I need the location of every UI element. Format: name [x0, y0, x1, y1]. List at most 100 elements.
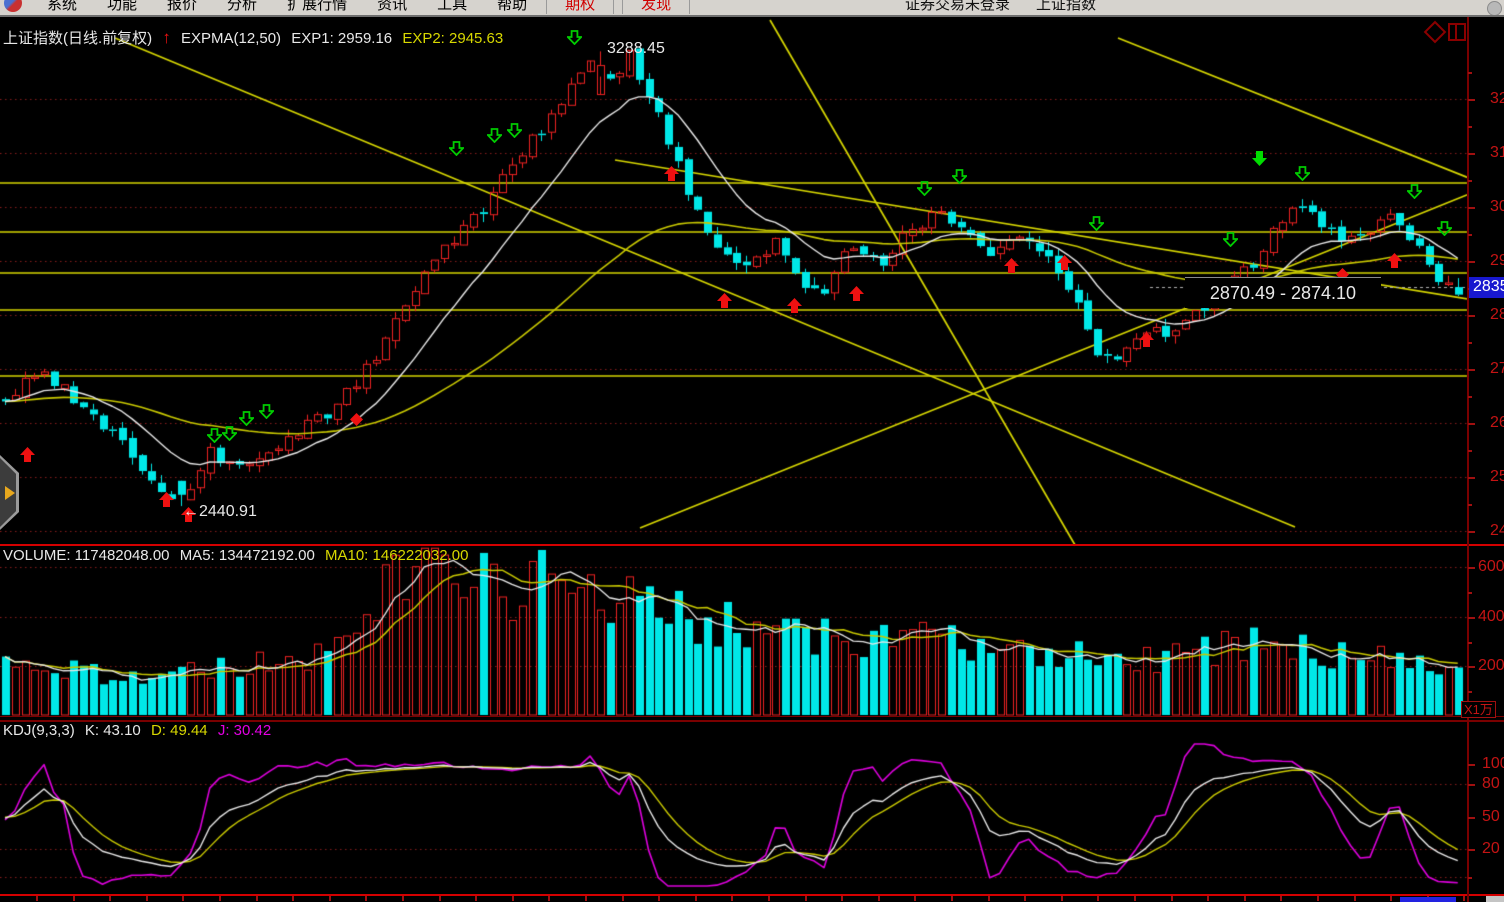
axis-tick — [1468, 567, 1475, 569]
axis-label: 2000 — [1478, 657, 1504, 675]
menu-item-2[interactable]: 报价 — [152, 0, 212, 14]
exp2-value: EXP2: 2945.63 — [402, 30, 503, 47]
axis-tick — [1468, 531, 1475, 533]
price-annotation-1: ←2440.91 — [183, 503, 257, 521]
time-axis-tick — [365, 896, 367, 901]
toolbar-scroll-button[interactable] — [1487, 1, 1502, 16]
volume-pane-separator — [0, 544, 1504, 546]
time-axis-tick — [658, 896, 660, 901]
time-axis-tick — [805, 896, 807, 901]
volume-ma5-value: MA5: 134472192.00 — [180, 547, 315, 564]
axis-tick — [1468, 423, 1475, 425]
axis-label: 2600.00 — [1490, 414, 1504, 432]
sell-signal-arrow-icon — [487, 128, 502, 143]
axis-tick — [1468, 817, 1475, 819]
menu-item-3[interactable]: 分析 — [212, 0, 272, 14]
buy-signal-arrow-icon — [1004, 258, 1019, 273]
menu-item-6[interactable]: 工具 — [422, 0, 482, 14]
menu-item-1[interactable]: 功能 — [92, 0, 152, 14]
menu-bar: 系统功能报价分析扩展行情资讯工具帮助期权发现 证券交易未登录 上证指数 — [0, 0, 1504, 17]
axis-label: 3200.00 — [1490, 90, 1504, 108]
buy-signal-arrow-icon — [787, 298, 802, 313]
horizontal-scrollbar-thumb[interactable] — [1400, 897, 1456, 902]
time-axis-tick — [1280, 896, 1282, 901]
menu-item-0[interactable]: 系统 — [32, 0, 92, 14]
axis-tick — [1468, 369, 1475, 371]
menu-item-4[interactable]: 扩展行情 — [272, 0, 362, 14]
sell-signal-arrow-icon — [1295, 166, 1310, 181]
sell-signal-arrow-icon — [239, 411, 254, 426]
axis-tick — [1468, 877, 1472, 879]
axis-tick — [1468, 396, 1472, 398]
menu-item-8[interactable]: 期权 — [546, 0, 614, 14]
time-axis-tick — [1061, 896, 1063, 901]
axis-tick — [1468, 477, 1475, 479]
signal-up-arrow-icon: ↑ — [162, 28, 171, 47]
sell-signal-arrow-icon — [207, 428, 222, 443]
time-axis-tick — [1390, 896, 1392, 901]
time-axis-tick — [329, 896, 331, 901]
time-axis-tick — [1207, 896, 1209, 901]
window-corner-grip[interactable] — [1486, 896, 1504, 902]
axis-tick — [1468, 234, 1472, 236]
buy-signal-arrow-icon — [1057, 255, 1072, 270]
time-axis-tick — [585, 896, 587, 901]
buy-signal-arrow-icon — [664, 166, 679, 181]
split-window-icon[interactable] — [1448, 23, 1466, 41]
kdj-header: KDJ(9,3,3) K: 43.10 D: 49.44 J: 30.42 — [3, 722, 277, 739]
axis-label: 80 — [1482, 775, 1500, 793]
time-axis-tick — [439, 896, 441, 901]
time-axis-tick — [768, 896, 770, 901]
axis-label: 100 — [1482, 755, 1504, 773]
axis-tick — [1468, 72, 1472, 74]
axis-label: 50 — [1482, 808, 1500, 826]
axis-tick — [1468, 99, 1475, 101]
buy-signal-arrow-icon — [159, 492, 174, 507]
menu-items: 系统功能报价分析扩展行情资讯工具帮助期权发现 — [0, 0, 1504, 15]
volume-header: VOLUME: 117482048.00 MA5: 134472192.00 M… — [3, 547, 474, 564]
volume-ma10-value: MA10: 146222032.00 — [325, 547, 468, 564]
time-axis-tick — [622, 896, 624, 901]
time-axis-tick — [914, 896, 916, 901]
sell-signal-arrow-icon — [1437, 221, 1452, 236]
time-axis-tick — [36, 896, 38, 901]
axis-tick — [1468, 849, 1475, 851]
kdj-d-value: D: 49.44 — [151, 722, 208, 739]
time-axis-tick — [731, 896, 733, 901]
time-axis-tick — [109, 896, 111, 901]
time-axis-tick — [1354, 896, 1356, 901]
menu-item-9[interactable]: 发现 — [622, 0, 690, 14]
axis-label: 2500.00 — [1490, 468, 1504, 486]
time-axis-tick — [695, 896, 697, 901]
buy-signal-arrow-icon — [20, 447, 35, 462]
axis-label: 2900.00 — [1490, 252, 1504, 270]
app-logo-icon[interactable] — [4, 0, 22, 12]
sell-signal-arrow-icon — [917, 181, 932, 196]
sell-signal-arrow-icon — [1089, 216, 1104, 231]
buy-signal-arrow-icon — [717, 293, 732, 308]
main-chart-header: 上证指数(日线.前复权) ↑ EXPMA(12,50) EXP1: 2959.1… — [3, 27, 509, 48]
time-axis-tick — [182, 896, 184, 901]
time-axis-tick — [73, 896, 75, 901]
axis-tick — [1468, 504, 1472, 506]
volume-unit-label: X1万 — [1461, 701, 1496, 718]
time-axis-tick — [292, 896, 294, 901]
time-axis-tick — [256, 896, 258, 901]
chart-title: 上证指数(日线.前复权) — [3, 30, 152, 47]
sell-signal-arrow-icon — [449, 141, 464, 156]
chart-canvas[interactable] — [0, 0, 1504, 902]
current-index-label[interactable]: 上证指数 — [1036, 0, 1096, 14]
trade-login-status[interactable]: 证券交易未登录 — [905, 0, 1010, 14]
time-axis-tick — [1171, 896, 1173, 901]
expma-indicator-label[interactable]: EXPMA(12,50) — [181, 30, 281, 47]
menu-item-7[interactable]: 帮助 — [482, 0, 542, 14]
exp1-value: EXP1: 2959.16 — [291, 30, 392, 47]
axis-tick — [1468, 342, 1472, 344]
menu-item-5[interactable]: 资讯 — [362, 0, 422, 14]
sell-signal-arrow-icon — [1407, 184, 1422, 199]
sell-signal-arrow-icon — [222, 426, 237, 441]
axis-tick — [1468, 261, 1475, 263]
kdj-indicator-label[interactable]: KDJ(9,3,3) — [3, 722, 75, 739]
axis-tick — [1468, 315, 1475, 317]
axis-tick — [1468, 784, 1475, 786]
